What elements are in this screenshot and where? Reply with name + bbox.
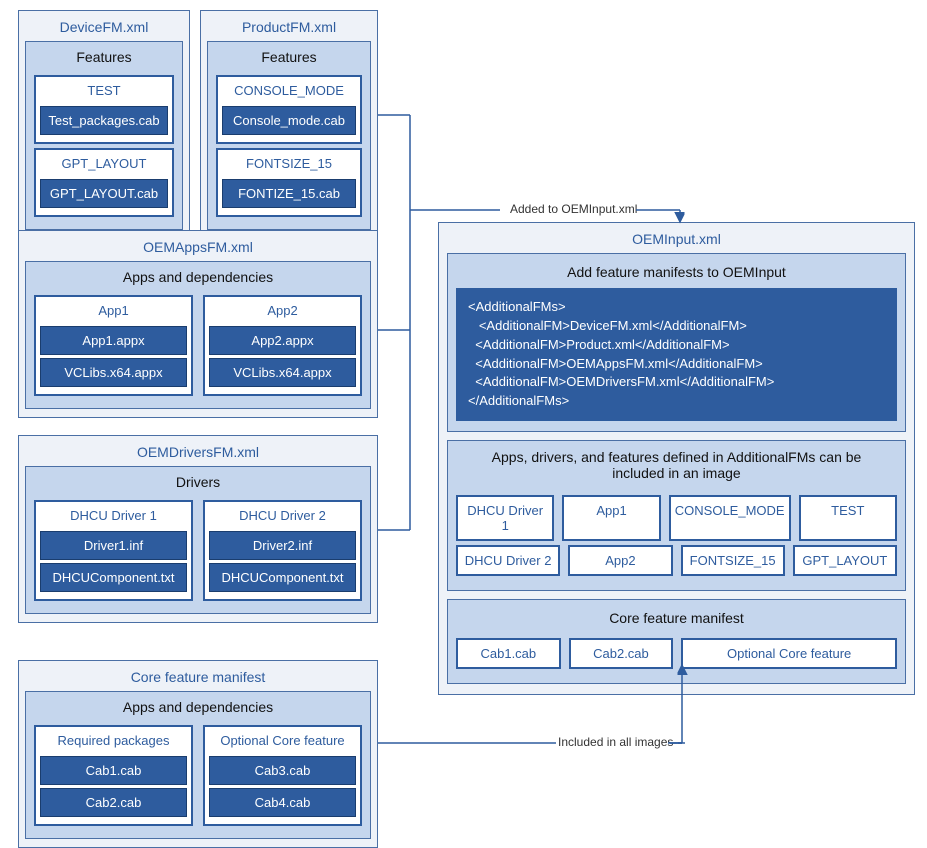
- feature-label: App1: [40, 301, 187, 323]
- corefm-panel-title: Apps and dependencies: [32, 696, 364, 721]
- feature-label: Optional Core feature: [209, 731, 356, 753]
- corefm-panel: Apps and dependencies Required packages …: [25, 691, 371, 839]
- add-fm-panel: Add feature manifests to OEMInput <Addit…: [447, 253, 906, 432]
- corefm-box: Core feature manifest Apps and dependenc…: [18, 660, 378, 848]
- driver2-box: DHCU Driver 2 Driver2.inf DHCUComponent.…: [203, 500, 362, 601]
- feature-fontsize-15: FONTSIZE_15 FONTIZE_15.cab: [216, 148, 362, 217]
- oeminput-title: OEMInput.xml: [447, 227, 906, 253]
- devicefm-title: DeviceFM.xml: [25, 15, 183, 41]
- feature-label: App2: [209, 301, 356, 323]
- include-title: Apps, drivers, and features defined in A…: [456, 447, 897, 491]
- core-panel-title: Core feature manifest: [456, 606, 897, 634]
- chip-dhcu-driver-1: DHCU Driver 1: [456, 495, 554, 541]
- package-item: DHCUComponent.txt: [40, 563, 187, 592]
- chip-dhcu-driver-2: DHCU Driver 2: [456, 545, 560, 576]
- oemdriversfm-panel-title: Drivers: [32, 471, 364, 496]
- driver1-box: DHCU Driver 1 Driver1.inf DHCUComponent.…: [34, 500, 193, 601]
- feature-label: CONSOLE_MODE: [222, 81, 356, 103]
- package-item: FONTIZE_15.cab: [222, 179, 356, 208]
- arrow-label-included: Included in all images: [558, 735, 673, 749]
- optional-core-box: Optional Core feature Cab3.cab Cab4.cab: [203, 725, 362, 826]
- package-item: VCLibs.x64.appx: [40, 358, 187, 387]
- package-item: Cab1.cab: [40, 756, 187, 785]
- package-item: Test_packages.cab: [40, 106, 168, 135]
- chip-cab1: Cab1.cab: [456, 638, 561, 669]
- arrow-label-added: Added to OEMInput.xml: [510, 202, 637, 216]
- feature-label: Required packages: [40, 731, 187, 753]
- feature-console-mode: CONSOLE_MODE Console_mode.cab: [216, 75, 362, 144]
- feature-label: TEST: [40, 81, 168, 103]
- devicefm-box: DeviceFM.xml Features TEST Test_packages…: [18, 10, 190, 239]
- package-item: App2.appx: [209, 326, 356, 355]
- diagram-root: DeviceFM.xml Features TEST Test_packages…: [0, 0, 927, 848]
- add-fm-title: Add feature manifests to OEMInput: [456, 260, 897, 288]
- feature-gpt-layout: GPT_LAYOUT GPT_LAYOUT.cab: [34, 148, 174, 217]
- package-item: Console_mode.cab: [222, 106, 356, 135]
- chip-app1: App1: [562, 495, 660, 541]
- package-item: Cab3.cab: [209, 756, 356, 785]
- package-item: GPT_LAYOUT.cab: [40, 179, 168, 208]
- chip-console-mode: CONSOLE_MODE: [669, 495, 791, 541]
- app1-box: App1 App1.appx VCLibs.x64.appx: [34, 295, 193, 396]
- feature-label: DHCU Driver 2: [209, 506, 356, 528]
- productfm-title: ProductFM.xml: [207, 15, 371, 41]
- required-packages-box: Required packages Cab1.cab Cab2.cab: [34, 725, 193, 826]
- package-item: Cab4.cab: [209, 788, 356, 817]
- feature-label: DHCU Driver 1: [40, 506, 187, 528]
- oeminput-box: OEMInput.xml Add feature manifests to OE…: [438, 222, 915, 695]
- productfm-panel-title: Features: [214, 46, 364, 71]
- productfm-box: ProductFM.xml Features CONSOLE_MODE Cons…: [200, 10, 378, 239]
- productfm-panel: Features CONSOLE_MODE Console_mode.cab F…: [207, 41, 371, 230]
- oemappsfm-title: OEMAppsFM.xml: [25, 235, 371, 261]
- include-panel: Apps, drivers, and features defined in A…: [447, 440, 906, 591]
- package-item: DHCUComponent.txt: [209, 563, 356, 592]
- oemappsfm-panel: Apps and dependencies App1 App1.appx VCL…: [25, 261, 371, 409]
- oemdriversfm-panel: Drivers DHCU Driver 1 Driver1.inf DHCUCo…: [25, 466, 371, 614]
- corefm-title: Core feature manifest: [25, 665, 371, 691]
- chip-test: TEST: [799, 495, 897, 541]
- chip-gpt-layout: GPT_LAYOUT: [793, 545, 897, 576]
- package-item: App1.appx: [40, 326, 187, 355]
- package-item: Driver2.inf: [209, 531, 356, 560]
- package-item: VCLibs.x64.appx: [209, 358, 356, 387]
- chip-fontsize-15: FONTSIZE_15: [681, 545, 785, 576]
- devicefm-panel: Features TEST Test_packages.cab GPT_LAYO…: [25, 41, 183, 230]
- additionalfms-code: <AdditionalFMs> <AdditionalFM>DeviceFM.x…: [456, 288, 897, 421]
- oemappsfm-panel-title: Apps and dependencies: [32, 266, 364, 291]
- oemdriversfm-title: OEMDriversFM.xml: [25, 440, 371, 466]
- chip-app2: App2: [568, 545, 672, 576]
- chip-optional-core: Optional Core feature: [681, 638, 897, 669]
- feature-test: TEST Test_packages.cab: [34, 75, 174, 144]
- oemdriversfm-box: OEMDriversFM.xml Drivers DHCU Driver 1 D…: [18, 435, 378, 623]
- oemappsfm-box: OEMAppsFM.xml Apps and dependencies App1…: [18, 230, 378, 418]
- devicefm-panel-title: Features: [32, 46, 176, 71]
- app2-box: App2 App2.appx VCLibs.x64.appx: [203, 295, 362, 396]
- chip-cab2: Cab2.cab: [569, 638, 674, 669]
- feature-label: FONTSIZE_15: [222, 154, 356, 176]
- feature-label: GPT_LAYOUT: [40, 154, 168, 176]
- package-item: Cab2.cab: [40, 788, 187, 817]
- package-item: Driver1.inf: [40, 531, 187, 560]
- core-panel: Core feature manifest Cab1.cab Cab2.cab …: [447, 599, 906, 684]
